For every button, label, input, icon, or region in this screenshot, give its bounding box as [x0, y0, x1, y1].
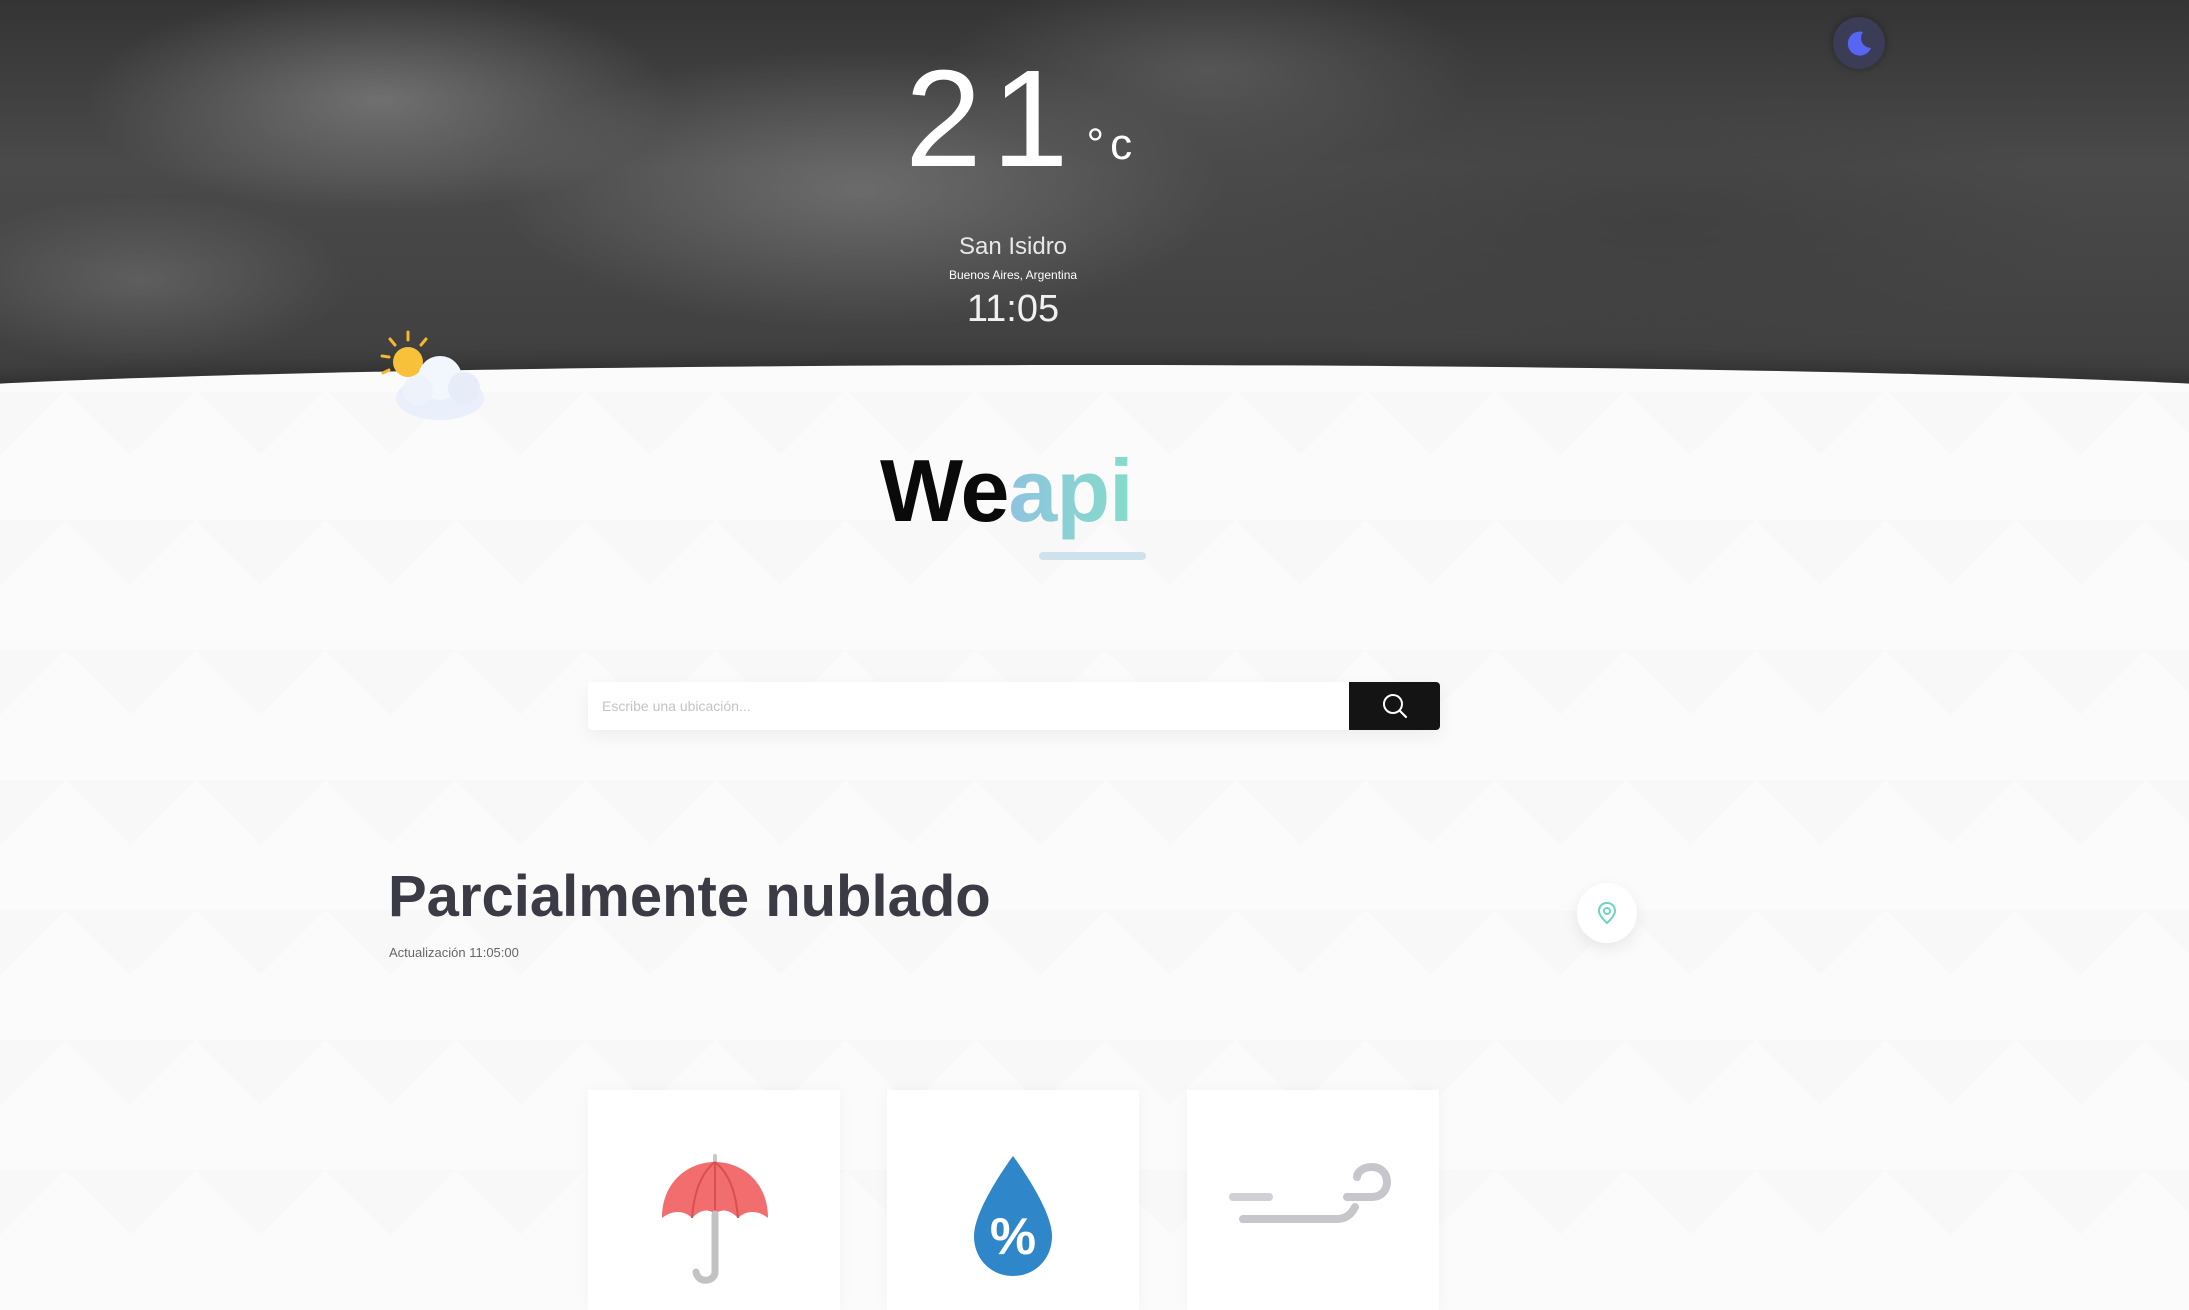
search-container: [588, 682, 1440, 730]
app-logo: Weapi: [880, 440, 1134, 542]
weather-condition-title: Parcialmente nublado: [388, 864, 991, 929]
logo-underline: [1039, 552, 1146, 560]
region-name: Buenos Aires, Argentina: [948, 268, 1078, 282]
location-search-input[interactable]: [588, 682, 1348, 730]
wind-card: [1187, 1090, 1439, 1310]
temperature-display: 21 °c: [905, 50, 1138, 188]
precipitation-card: [588, 1090, 840, 1310]
current-location-button[interactable]: [1577, 883, 1637, 943]
search-icon: [1382, 694, 1407, 719]
search-button[interactable]: [1349, 682, 1440, 730]
last-updated-text: Actualización 11:05:00: [389, 945, 519, 960]
wind-icon: [1229, 1162, 1391, 1223]
humidity-drop-icon: %: [974, 1156, 1052, 1276]
umbrella-icon: [662, 1154, 768, 1284]
local-time: 11:05: [966, 288, 1060, 330]
logo-part-api: api: [1008, 441, 1133, 540]
map-pin-icon: [1597, 901, 1617, 925]
svg-text:%: %: [990, 1208, 1036, 1266]
temperature-value: 21: [905, 42, 1079, 196]
logo-part-we: We: [880, 441, 1009, 540]
city-name: San Isidro: [958, 233, 1068, 260]
moon-icon: [1847, 31, 1871, 56]
partly-cloudy-icon: [380, 330, 484, 420]
dark-mode-toggle[interactable]: [1833, 17, 1885, 69]
temperature-unit: °c: [1086, 120, 1139, 169]
humidity-card: %: [887, 1090, 1139, 1310]
